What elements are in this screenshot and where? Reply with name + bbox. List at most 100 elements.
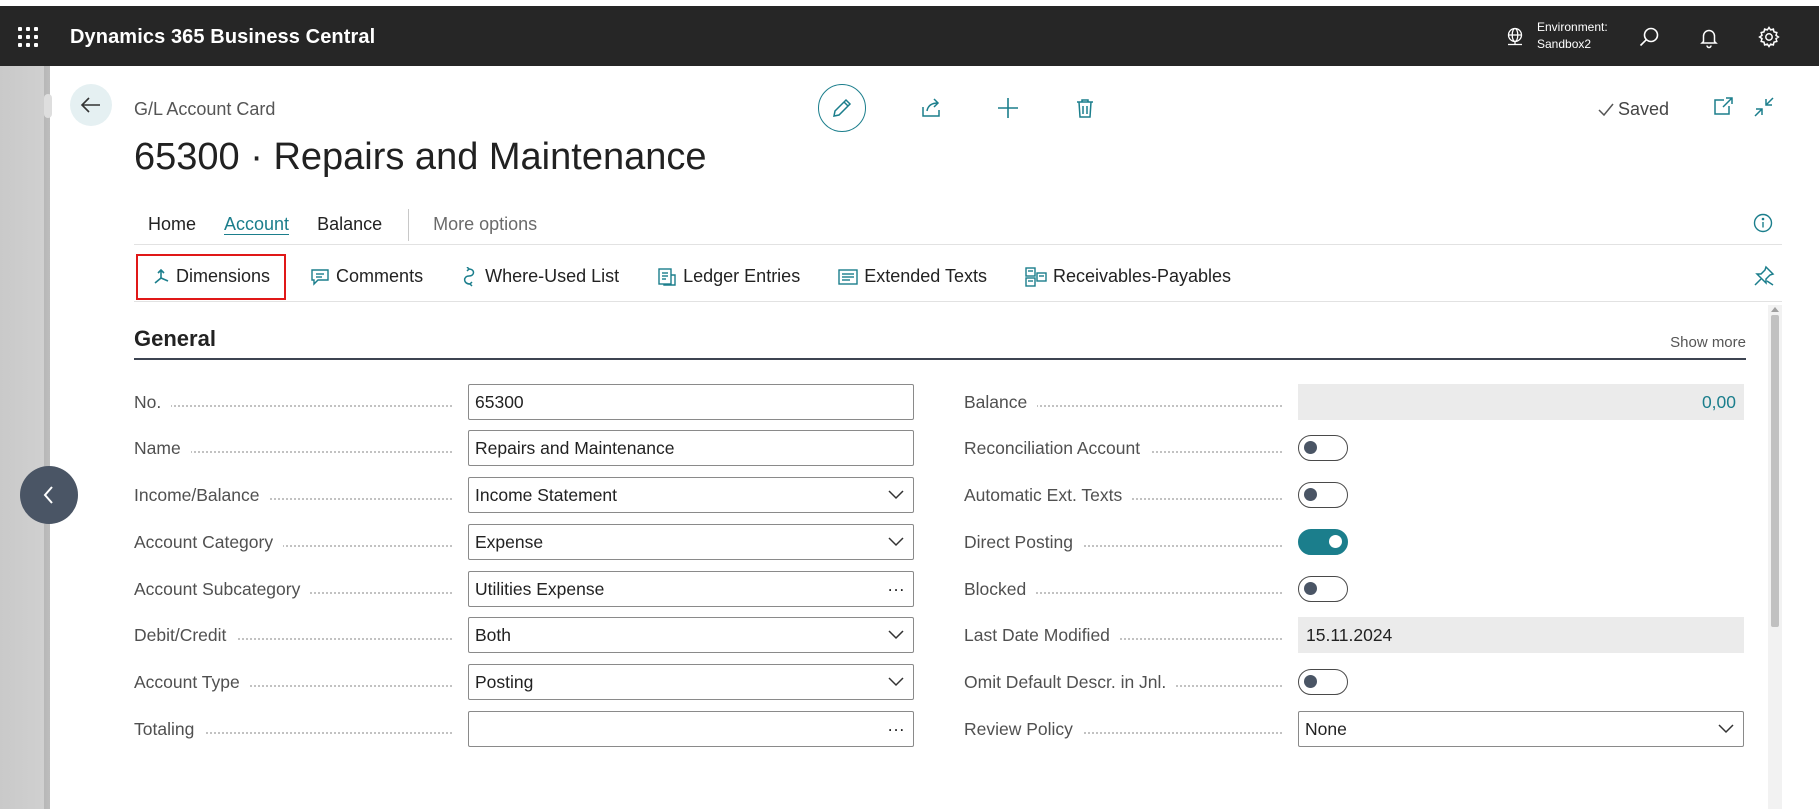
collapse-icon[interactable] [1752,95,1776,119]
open-new-window-icon[interactable] [1711,95,1735,119]
plus-icon [998,98,1018,118]
pin-icon[interactable] [1752,264,1776,288]
field-value: Repairs and Maintenance [475,437,675,458]
comments-action[interactable]: Comments [294,252,439,302]
ledger-entries-icon [658,267,676,286]
share-button[interactable] [917,94,945,122]
field-value: Posting [475,671,534,692]
field-income-balance: Income/Balance [134,477,460,513]
lookup-ellipsis-icon[interactable]: ··· [879,712,913,746]
app-launcher-icon[interactable] [18,27,38,47]
direct-posting-toggle[interactable] [1298,529,1348,555]
field-balance: Balance [964,384,1290,420]
field-label: Direct Posting [964,532,1083,552]
tab-divider [408,209,410,241]
income-balance-select[interactable]: Income Statement [468,477,914,513]
general-section-header: General Show more [134,326,1746,360]
tab-home[interactable]: Home [134,203,210,245]
name-input[interactable]: Repairs and Maintenance [468,430,914,466]
field-label: Balance [964,392,1038,412]
chevron-left-icon [43,486,53,504]
field-label: Totaling [134,719,205,739]
ledger-entries-label: Ledger Entries [683,266,801,286]
field-reconciliation-account: Reconciliation Account [964,430,1290,466]
blocked-toggle[interactable] [1298,576,1348,602]
field-label: Account Subcategory [134,579,311,599]
field-review-policy: Review Policy [964,711,1290,747]
left-rail [0,66,52,809]
reconciliation-account-toggle[interactable] [1298,435,1348,461]
field-value: None [1305,718,1347,739]
dimensions-label: Dimensions [176,266,271,286]
where-used-list-action[interactable]: Where-Used List [445,252,635,302]
new-button[interactable] [994,94,1022,122]
field-value: Expense [475,531,544,552]
field-label: Account Type [134,672,250,692]
extended-texts-label: Extended Texts [864,266,987,286]
chevron-down-icon[interactable] [879,618,913,652]
tab-account[interactable]: Account [210,203,303,245]
account-subcategory-input[interactable]: Utilities Expense ··· [468,571,914,607]
dimensions-icon [154,268,169,284]
where-used-icon [463,266,475,287]
extended-texts-action[interactable]: Extended Texts [822,252,1003,302]
field-label: No. [134,392,172,412]
field-direct-posting: Direct Posting [964,524,1290,560]
field-account-category: Account Category [134,524,460,560]
field-value: 15.11.2024 [1306,624,1393,645]
where-used-list-label: Where-Used List [485,266,620,286]
checkmark-icon [1598,103,1614,116]
info-icon[interactable] [1752,212,1774,234]
account-category-select[interactable]: Expense [468,524,914,560]
debit-credit-select[interactable]: Both [468,617,914,653]
field-label: Review Policy [964,719,1083,739]
chevron-down-icon[interactable] [879,665,913,699]
scrollbar-thumb[interactable] [1771,315,1779,627]
chevron-down-icon[interactable] [879,478,913,512]
omit-default-descr-toggle[interactable] [1298,669,1348,695]
field-account-subcategory: Account Subcategory [134,571,460,607]
saved-status: Saved [1598,99,1669,120]
no-input[interactable]: 65300 [468,384,914,420]
section-title[interactable]: General [134,326,1746,352]
search-icon[interactable] [1637,25,1661,49]
field-value: Utilities Expense [475,578,605,599]
field-totaling: Totaling [134,711,460,747]
totaling-input[interactable]: ··· [468,711,914,747]
field-value: Both [475,624,511,645]
account-type-select[interactable]: Posting [468,664,914,700]
app-title[interactable]: Dynamics 365 Business Central [70,26,375,49]
bell-icon[interactable] [1697,25,1721,49]
gear-icon[interactable] [1757,25,1781,49]
ledger-entries-action[interactable]: Ledger Entries [641,252,816,302]
balance-value[interactable]: 0,00 [1298,384,1744,420]
edit-button[interactable] [818,84,866,132]
back-button[interactable] [70,84,112,126]
field-value: Income Statement [475,484,618,505]
automatic-ext-texts-toggle[interactable] [1298,482,1348,508]
chevron-down-icon[interactable] [879,525,913,559]
action-bar: Dimensions Comments Where-Used List Ledg… [134,252,1782,302]
show-more-link[interactable]: Show more [1670,334,1746,351]
dimensions-action[interactable]: Dimensions [134,252,288,302]
share-icon [922,98,940,117]
chevron-down-icon[interactable] [1709,712,1743,746]
comments-label: Comments [336,266,424,286]
lookup-ellipsis-icon[interactable]: ··· [879,572,913,606]
field-label: Omit Default Descr. in Jnl. [964,672,1177,692]
environment-info[interactable]: Environment: Sandbox2 [1537,19,1608,53]
field-label: Reconciliation Account [964,438,1151,458]
tab-balance[interactable]: Balance [303,203,396,245]
review-policy-select[interactable]: None [1298,711,1744,747]
breadcrumb: G/L Account Card [134,99,276,119]
field-value: 65300 [475,391,524,412]
collapse-pane-button[interactable] [20,466,78,524]
field-label: Last Date Modified [964,625,1120,645]
vertical-scrollbar[interactable] [1768,305,1782,809]
field-no: No. [134,384,460,420]
arrow-left-icon [80,97,100,113]
receivables-payables-action[interactable]: Receivables-Payables [1009,252,1247,302]
delete-button[interactable] [1071,94,1099,122]
tab-more-options[interactable]: More options [419,203,551,245]
field-label: Name [134,438,191,458]
